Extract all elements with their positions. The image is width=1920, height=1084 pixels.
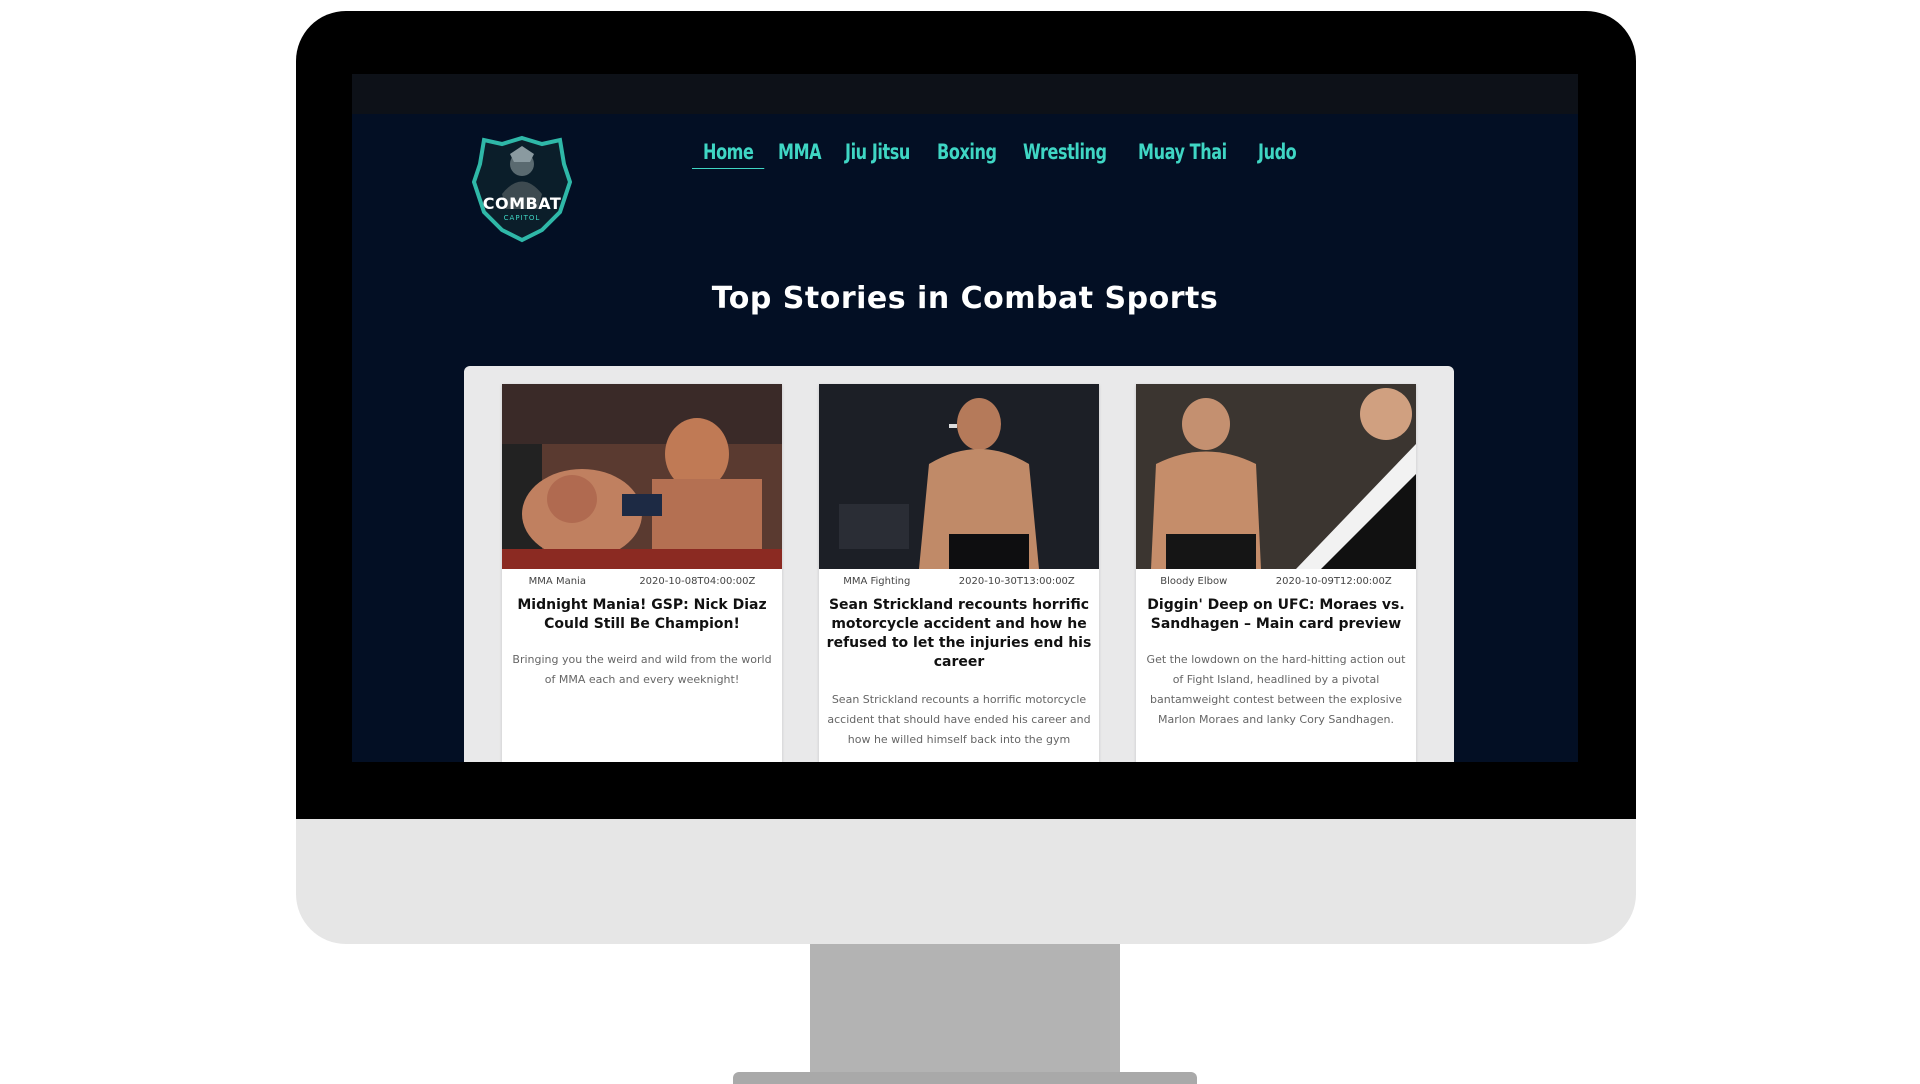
nav-item-home[interactable]: Home (692, 136, 765, 169)
browser-top-bar (352, 74, 1578, 114)
nav-item-jiu-jitsu[interactable]: Jiu Jitsu (834, 136, 921, 168)
story-image[interactable] (819, 384, 1099, 569)
monitor-screen-holder: COMBAT CAPITOL Home MMA Jiu Jitsu Boxing… (296, 11, 1636, 944)
nav-item-mma[interactable]: MMA (767, 136, 832, 168)
story-title[interactable]: Sean Strickland recounts horrific motorc… (825, 596, 1093, 672)
story-source: Bloody Elbow (1160, 576, 1228, 587)
story-card[interactable]: Bloody Elbow 2020-10-09T12:00:00Z Diggin… (1136, 384, 1416, 762)
story-meta: MMA Fighting 2020-10-30T13:00:00Z (819, 576, 1099, 587)
story-source: MMA Mania (528, 576, 586, 587)
story-description: Get the lowdown on the hard-hitting acti… (1146, 653, 1406, 726)
monitor-stand-base (733, 1072, 1197, 1084)
story-meta: Bloody Elbow 2020-10-09T12:00:00Z (1136, 576, 1416, 587)
logo-subtext: CAPITOL (503, 214, 541, 222)
nav-item-muay-thai[interactable]: Muay Thai (1127, 136, 1238, 168)
story-image[interactable] (1136, 384, 1416, 569)
shield-logo-icon (471, 135, 573, 243)
main-nav: Home MMA Jiu Jitsu Boxing Wrestling Muay… (692, 136, 1308, 169)
logo-text: COMBAT (482, 194, 562, 213)
story-card[interactable]: MMA Mania 2020-10-08T04:00:00Z Midnight … (502, 384, 782, 762)
story-date: 2020-10-09T12:00:00Z (1275, 576, 1392, 587)
story-image[interactable] (502, 384, 782, 569)
nav-item-wrestling[interactable]: Wrestling (1012, 136, 1118, 168)
story-title[interactable]: Diggin' Deep on UFC: Moraes vs. Sandhage… (1142, 596, 1410, 634)
story-card[interactable]: MMA Fighting 2020-10-30T13:00:00Z Sean S… (819, 384, 1099, 762)
story-date: 2020-10-08T04:00:00Z (639, 576, 756, 587)
site-logo[interactable]: COMBAT CAPITOL (471, 134, 573, 244)
website-screen: COMBAT CAPITOL Home MMA Jiu Jitsu Boxing… (352, 74, 1578, 762)
nav-item-boxing[interactable]: Boxing (926, 136, 1008, 168)
monitor-stand (810, 944, 1120, 1080)
story-date: 2020-10-30T13:00:00Z (958, 576, 1075, 587)
story-title[interactable]: Midnight Mania! GSP: Nick Diaz Could Sti… (508, 596, 776, 634)
story-source: MMA Fighting (843, 576, 911, 587)
nav-item-judo[interactable]: Judo (1247, 136, 1307, 168)
story-meta: MMA Mania 2020-10-08T04:00:00Z (502, 576, 782, 587)
page-title: Top Stories in Combat Sports (711, 281, 1219, 316)
story-description: Sean Strickland recounts a horrific moto… (827, 693, 1091, 746)
story-description: Bringing you the weird and wild from the… (512, 653, 772, 686)
story-cards-panel: MMA Mania 2020-10-08T04:00:00Z Midnight … (464, 366, 1454, 762)
